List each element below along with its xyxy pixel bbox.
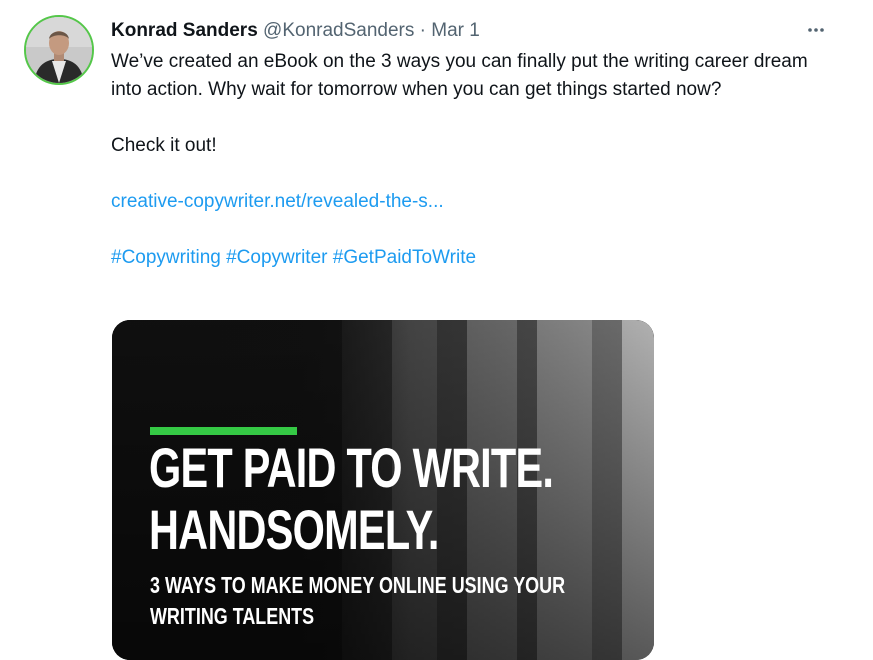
media-headline: GET PAID TO WRITE. HANDSOMELY. — [149, 436, 554, 561]
accent-bar — [150, 427, 297, 435]
tweet-date[interactable]: Mar 1 — [431, 20, 480, 41]
media-subline-line2: WRITING TALENTS — [150, 603, 315, 629]
tweet-body-cta: Check it out! — [111, 135, 217, 156]
avatar[interactable] — [24, 15, 94, 85]
hashtag-copywriting[interactable]: #Copywriting — [111, 247, 221, 268]
media-headline-line1: GET PAID TO WRITE. — [149, 436, 554, 499]
hashtag-getpaidtowrite[interactable]: #GetPaidToWrite — [333, 247, 476, 268]
hashtag-copywriter[interactable]: #Copywriter — [226, 247, 327, 268]
author-handle[interactable]: @KonradSanders — [263, 20, 414, 41]
hashtag-list: #Copywriting #Copywriter #GetPaidToWrite — [111, 244, 831, 272]
tweet-body: We’ve created an eBook on the 3 ways you… — [111, 51, 808, 100]
author-name[interactable]: Konrad Sanders — [111, 20, 258, 41]
media-subline: 3 WAYS TO MAKE MONEY ONLINE USING YOUR W… — [150, 570, 565, 632]
more-horizontal-icon[interactable] — [803, 19, 829, 41]
tweet-header: Konrad Sanders @KonradSanders · Mar 1 — [111, 19, 480, 43]
separator-dot: · — [419, 20, 426, 41]
tweet-text: We’ve created an eBook on the 3 ways you… — [111, 48, 831, 272]
tweet-link[interactable]: creative-copywriter.net/revealed-the-s..… — [111, 191, 444, 212]
media-image[interactable]: GET PAID TO WRITE. HANDSOMELY. 3 WAYS TO… — [112, 320, 654, 660]
media-subline-line1: 3 WAYS TO MAKE MONEY ONLINE USING YOUR — [150, 572, 566, 598]
media-headline-line2: HANDSOMELY. — [149, 498, 439, 561]
avatar-image — [26, 17, 92, 83]
